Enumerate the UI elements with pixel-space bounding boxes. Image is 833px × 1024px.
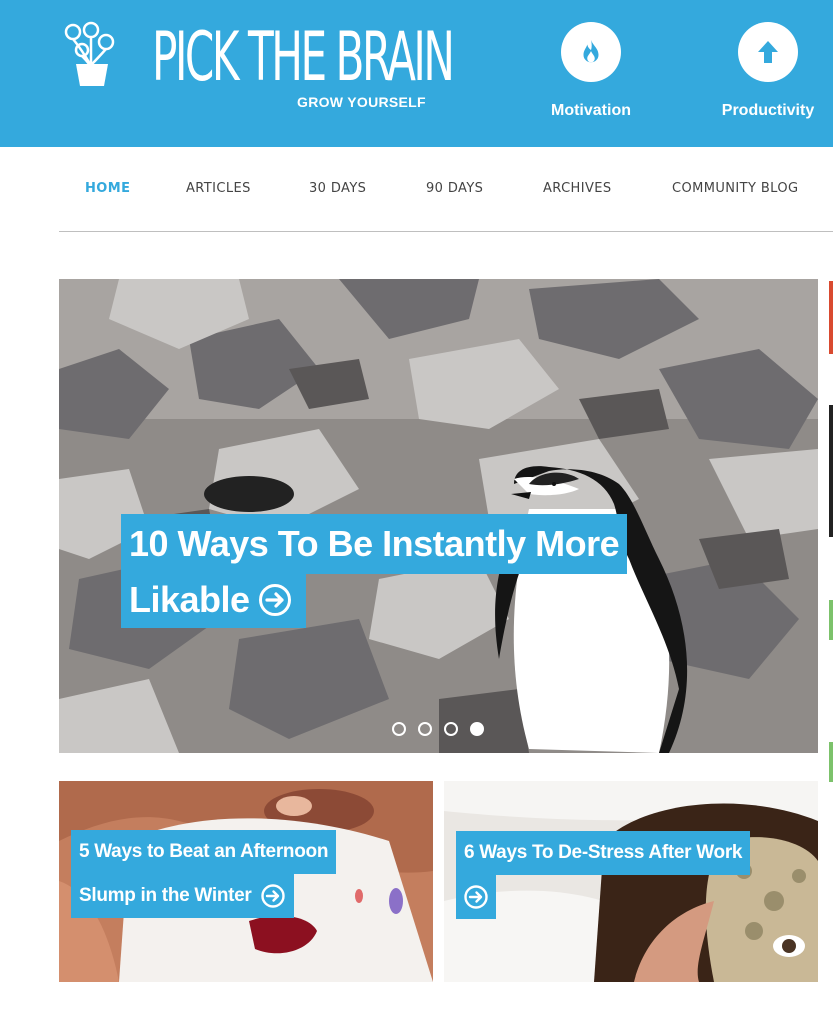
arrow-up-icon xyxy=(738,22,798,82)
hero-title-line2: Likable xyxy=(129,579,250,620)
circle-arrow-right-icon xyxy=(258,584,291,616)
nav-item-articles[interactable]: ARTICLES xyxy=(186,181,251,196)
circle-arrow-right-icon xyxy=(260,884,285,908)
hero-slider[interactable]: 10 Ways To Be Instantly More Likable xyxy=(59,279,818,753)
slider-dot-2[interactable] xyxy=(418,722,432,736)
card-arrow-wrap xyxy=(456,875,496,919)
slider-dot-1[interactable] xyxy=(392,722,406,736)
nav-item-home[interactable]: HOME xyxy=(85,181,130,196)
card-title-line1: 6 Ways To De-Stress After Work xyxy=(456,831,751,875)
card-title-line2-wrap: Slump in the Winter xyxy=(71,874,294,918)
flame-icon xyxy=(561,22,621,82)
logo-title: PICK THE BRAIN xyxy=(152,18,455,97)
category-label: Motivation xyxy=(551,102,631,119)
sidebar-edge-red xyxy=(829,281,833,354)
main-nav: HOME ARTICLES 30 DAYS 90 DAYS ARCHIVES C… xyxy=(0,147,833,231)
flower-pot-icon xyxy=(64,21,115,86)
nav-item-archives[interactable]: ARCHIVES xyxy=(543,181,612,196)
slider-dot-4[interactable] xyxy=(470,722,484,736)
card-title-line1: 5 Ways to Beat an Afternoon xyxy=(71,830,337,874)
relaxing-face-mask-image xyxy=(444,781,818,982)
slider-dots xyxy=(392,722,484,736)
sidebar-edge-green-2 xyxy=(829,742,833,782)
category-productivity-link[interactable]: Productivity xyxy=(703,22,833,120)
nav-item-community-blog[interactable]: COMMUNITY BLOG xyxy=(672,181,798,196)
category-motivation-link[interactable]: Motivation xyxy=(526,22,656,120)
card-title-line2: Slump in the Winter xyxy=(79,885,252,906)
site-header: PICK THE BRAIN GROW YOURSELF Motivation … xyxy=(0,0,833,147)
nav-item-90-days[interactable]: 90 DAYS xyxy=(426,181,483,196)
sidebar-edge-green-1 xyxy=(829,600,833,640)
sidebar-edge-dark xyxy=(829,405,833,537)
article-card-afternoon-slump[interactable]: 5 Ways to Beat an Afternoon Slump in the… xyxy=(59,781,433,982)
hero-title-link[interactable]: 10 Ways To Be Instantly More Likable xyxy=(121,514,628,628)
nav-item-30-days[interactable]: 30 DAYS xyxy=(309,181,366,196)
nav-divider xyxy=(59,231,833,232)
slider-dot-3[interactable] xyxy=(444,722,458,736)
article-card-de-stress[interactable]: 6 Ways To De-Stress After Work xyxy=(444,781,818,982)
logo-tagline: GROW YOURSELF xyxy=(297,94,426,110)
hero-title-line1: 10 Ways To Be Instantly More xyxy=(121,514,628,574)
category-label: Productivity xyxy=(721,102,815,119)
circle-arrow-right-icon xyxy=(464,885,488,909)
